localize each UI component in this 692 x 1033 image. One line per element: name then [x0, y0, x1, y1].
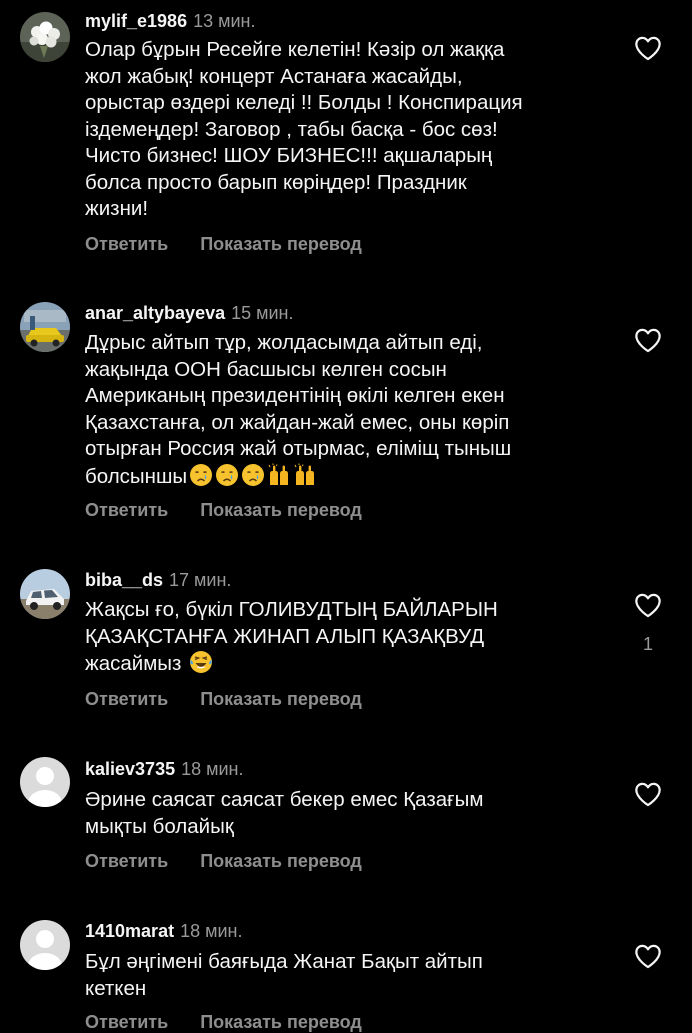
- comment-text-line: Бұл әңгімені баяғыда Жанат Бақыт айтып: [85, 950, 483, 973]
- comment-text-line: кеткен: [85, 976, 147, 1000]
- show-translation-button[interactable]: Показать перевод: [200, 1012, 362, 1032]
- timestamp: 18 мин.: [180, 921, 243, 941]
- comment-text: Бұл әңгімені баяғыда Жанат Бақыт айтып к…: [85, 949, 595, 1002]
- comment-actions: Ответить Показать перевод: [85, 1012, 362, 1033]
- reply-button[interactable]: Ответить: [85, 1012, 168, 1032]
- default-avatar-icon: [20, 920, 70, 970]
- comment-item: 1410marat 18 мин. Бұл әңгімені баяғыда Жа…: [0, 0, 692, 1032]
- comment-header: 1410marat 18 мин.: [85, 920, 242, 942]
- heart-icon[interactable]: [634, 943, 662, 969]
- username-link[interactable]: 1410marat: [85, 921, 174, 941]
- avatar[interactable]: [20, 920, 70, 970]
